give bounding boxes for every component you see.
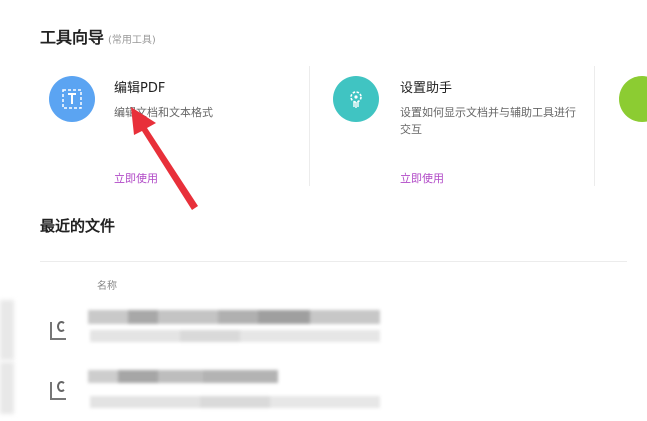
tools-subtitle: (常用工具): [108, 35, 156, 46]
divider: [40, 261, 627, 262]
tools-section-title: 工具向导 (常用工具): [40, 24, 156, 48]
column-header-name[interactable]: 名称: [97, 277, 117, 292]
tool-card-icon-partial[interactable]: [619, 76, 647, 122]
use-now-link[interactable]: 立即使用: [114, 170, 158, 186]
card-divider: [594, 66, 595, 186]
blurred-filename: [88, 370, 278, 383]
blurred-filename: [88, 310, 380, 324]
tool-card-setup-assistant[interactable]: 设置助手 设置如何显示文档并与辅助工具进行交互 立即使用: [322, 62, 592, 192]
card-divider: [309, 66, 310, 186]
tool-card-edit-pdf[interactable]: 编辑PDF 编辑文档和文本格式 立即使用: [40, 62, 308, 192]
blurred-edge: [0, 300, 14, 360]
blurred-path: [90, 396, 380, 408]
blurred-edge: [0, 362, 14, 414]
recent-file-row[interactable]: [40, 368, 630, 414]
card-description: 设置如何显示文档并与辅助工具进行交互: [400, 106, 576, 136]
edit-text-icon[interactable]: [49, 76, 95, 122]
card-title[interactable]: 编辑PDF: [114, 77, 165, 96]
file-icon: [50, 381, 66, 400]
blurred-path: [90, 330, 380, 342]
tools-title: 工具向导: [40, 28, 105, 47]
card-description: 编辑文档和文本格式: [114, 106, 213, 119]
use-now-link[interactable]: 立即使用: [400, 170, 444, 186]
file-icon: [50, 321, 66, 340]
recent-files-title: 最近的文件: [40, 217, 116, 235]
card-title[interactable]: 设置助手: [400, 77, 452, 96]
recent-file-row[interactable]: [40, 308, 630, 354]
gear-hand-icon[interactable]: [333, 76, 379, 122]
